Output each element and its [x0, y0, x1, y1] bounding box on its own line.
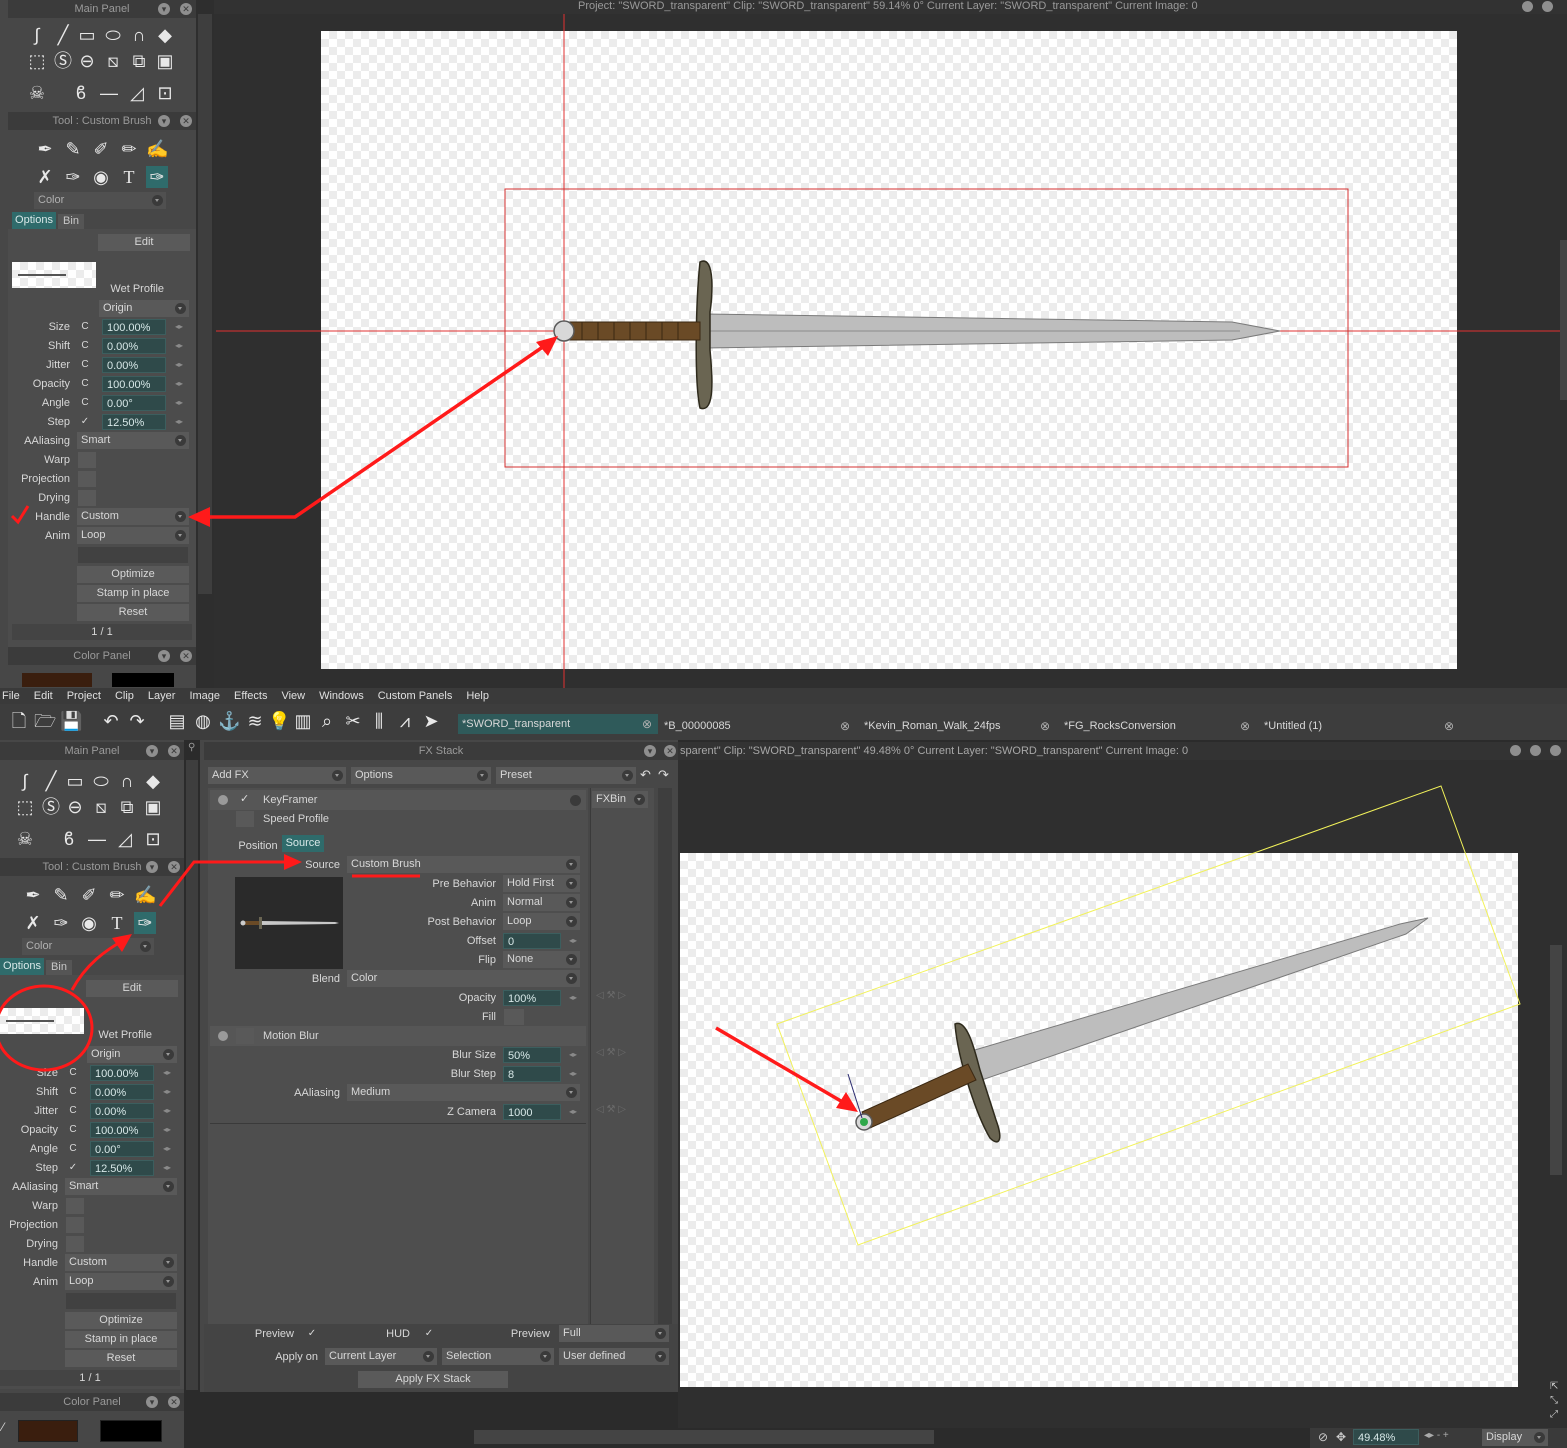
bottom-annotation-curve-to-brush: [70, 938, 125, 991]
bottom-overlay: [0, 785, 1521, 1246]
top-annotation-arrowhead-canvas: [536, 336, 558, 356]
bottom-annotation-arrow-canvas: [715, 1026, 847, 1106]
top-annotation-checkmark: [10, 505, 30, 525]
sword-grip: [569, 321, 701, 341]
bottom-annotation-circle: [0, 984, 94, 1072]
top-canvas-right-scrollbar[interactable]: [1560, 240, 1567, 400]
bottom-annotation-arrowhead-brush: [112, 934, 132, 952]
sword-image-rotated: [847, 917, 1429, 1143]
top-annotation-arrowhead-handle: [188, 507, 210, 527]
sword-image: [553, 260, 1281, 410]
top-canvas-overlay: [10, 14, 1567, 688]
top-annotation-arrow-path: [200, 340, 551, 519]
bottom-annotation-arrowhead-source: [284, 854, 302, 870]
bottom-annotation-line-to-source: [158, 860, 292, 907]
